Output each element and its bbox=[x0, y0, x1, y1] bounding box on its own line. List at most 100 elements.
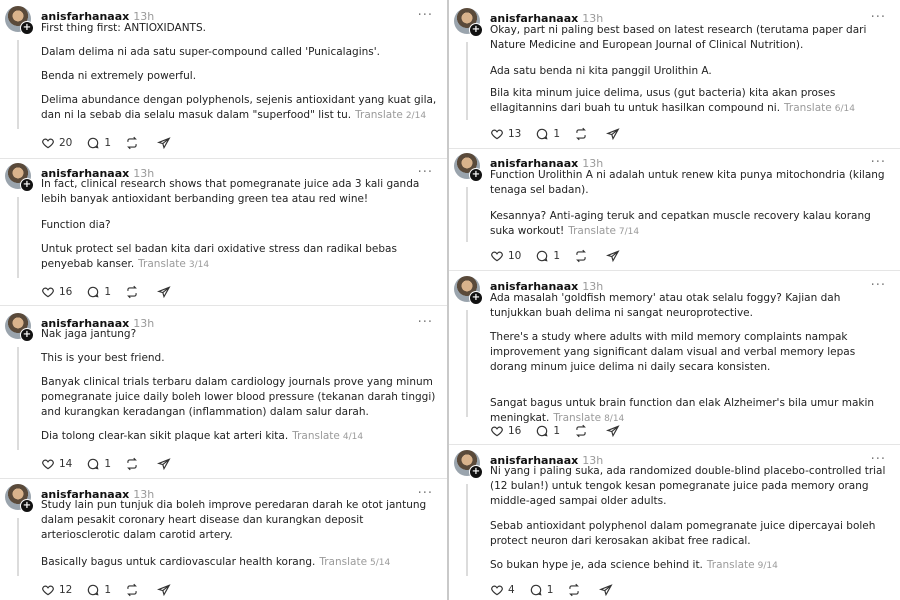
heart-icon bbox=[491, 129, 503, 140]
send-icon bbox=[599, 584, 613, 597]
action-bar: 41 bbox=[490, 582, 631, 598]
translate-link[interactable]: Translate 4/14 bbox=[292, 430, 363, 442]
post-paragraph: Dalam delima ni ada satu super-compound … bbox=[41, 45, 439, 60]
translate-link[interactable]: Translate 9/14 bbox=[707, 559, 778, 571]
avatar[interactable]: + bbox=[5, 6, 34, 35]
reply-button[interactable]: 1 bbox=[535, 127, 560, 141]
share-button[interactable] bbox=[599, 583, 617, 597]
thread-line bbox=[17, 518, 19, 576]
send-icon bbox=[157, 137, 171, 150]
share-button[interactable] bbox=[606, 424, 624, 438]
paragraph-text: Untuk protect sel badan kita dari oxidat… bbox=[41, 243, 397, 270]
like-count: 4 bbox=[508, 584, 515, 596]
avatar[interactable]: + bbox=[454, 276, 483, 305]
translate-link[interactable]: Translate 7/14 bbox=[568, 225, 639, 237]
paragraph-text: Basically bagus untuk cardiovascular hea… bbox=[41, 556, 316, 568]
comment-icon bbox=[88, 584, 99, 596]
paragraph-text: Study lain pun tunjuk dia boleh improve … bbox=[41, 499, 427, 541]
translate-label[interactable]: Translate bbox=[568, 225, 616, 237]
plus-icon[interactable]: + bbox=[469, 465, 483, 479]
like-button[interactable]: 4 bbox=[490, 583, 515, 597]
avatar[interactable]: + bbox=[454, 153, 483, 182]
repost-icon bbox=[127, 136, 137, 150]
avatar[interactable]: + bbox=[5, 313, 34, 342]
repost-button[interactable] bbox=[125, 136, 143, 150]
thread-page-counter: 7/14 bbox=[618, 227, 640, 237]
left-column: + anisfarhanaax 13h ··· First thing first: A… bbox=[0, 0, 449, 600]
plus-icon[interactable]: + bbox=[469, 291, 483, 305]
post-divider bbox=[0, 158, 447, 159]
avatar[interactable]: + bbox=[5, 163, 34, 192]
repost-icon bbox=[569, 583, 580, 597]
heart-icon bbox=[42, 287, 54, 298]
heart-icon bbox=[491, 426, 503, 437]
post-paragraph: Ni yang i paling suka, ada randomized do… bbox=[490, 464, 892, 509]
post-paragraph: Okay, part ni paling best based on lates… bbox=[490, 23, 892, 53]
repost-button[interactable] bbox=[125, 457, 143, 471]
reply-button[interactable]: 1 bbox=[535, 249, 560, 263]
share-button[interactable] bbox=[157, 583, 175, 597]
repost-button[interactable] bbox=[574, 249, 592, 263]
like-button[interactable]: 16 bbox=[490, 424, 521, 438]
reply-button[interactable]: 1 bbox=[86, 285, 111, 299]
translate-label[interactable]: Translate bbox=[355, 109, 403, 121]
repost-button[interactable] bbox=[574, 127, 592, 141]
reply-button[interactable]: 1 bbox=[529, 583, 554, 597]
like-button[interactable]: 20 bbox=[41, 136, 72, 150]
translate-label[interactable]: Translate bbox=[138, 258, 186, 270]
repost-button[interactable] bbox=[125, 285, 143, 299]
share-button[interactable] bbox=[606, 127, 624, 141]
paragraph-text: Sebab antioxidant polyphenol dalam pomeg… bbox=[490, 520, 876, 547]
share-button[interactable] bbox=[606, 249, 624, 263]
avatar[interactable]: + bbox=[454, 450, 483, 479]
translate-link[interactable]: Translate 6/14 bbox=[784, 102, 855, 114]
repost-button[interactable] bbox=[567, 583, 585, 597]
translate-label[interactable]: Translate bbox=[707, 559, 755, 571]
reply-count: 1 bbox=[546, 584, 554, 596]
reply-button[interactable]: 1 bbox=[86, 583, 111, 597]
send-icon bbox=[606, 128, 620, 141]
thread-page-counter: 4/14 bbox=[342, 432, 364, 442]
reply-button[interactable]: 1 bbox=[535, 424, 560, 438]
paragraph-text: So bukan hype je, ada science behind it. bbox=[490, 559, 703, 571]
post-paragraph: Ada satu benda ni kita panggil Urolithin… bbox=[490, 64, 892, 79]
like-count: 13 bbox=[508, 128, 522, 140]
reply-button[interactable]: 1 bbox=[86, 457, 111, 471]
share-button[interactable] bbox=[157, 285, 175, 299]
plus-icon[interactable]: + bbox=[20, 21, 34, 35]
heart-icon bbox=[491, 585, 503, 596]
action-bar: 13 1 bbox=[490, 126, 638, 142]
share-button[interactable] bbox=[157, 457, 175, 471]
like-button[interactable]: 14 bbox=[41, 457, 72, 471]
plus-icon[interactable]: + bbox=[20, 178, 34, 192]
translate-label[interactable]: Translate bbox=[784, 102, 832, 114]
avatar[interactable]: + bbox=[454, 8, 483, 37]
comment-icon bbox=[88, 137, 99, 149]
translate-label[interactable]: Translate bbox=[319, 556, 367, 568]
plus-icon[interactable]: + bbox=[469, 23, 483, 37]
translate-link[interactable]: Translate 2/14 bbox=[355, 109, 426, 121]
like-button[interactable]: 12 bbox=[41, 583, 72, 597]
plus-icon[interactable]: + bbox=[20, 499, 34, 513]
plus-icon[interactable]: + bbox=[469, 168, 483, 182]
share-button[interactable] bbox=[157, 136, 175, 150]
reply-count: 1 bbox=[553, 425, 561, 437]
reply-button[interactable]: 1 bbox=[86, 136, 111, 150]
translate-label[interactable]: Translate bbox=[292, 430, 340, 442]
plus-icon[interactable]: + bbox=[20, 328, 34, 342]
like-button[interactable]: 13 bbox=[490, 127, 521, 141]
avatar[interactable]: + bbox=[5, 484, 34, 513]
repost-button[interactable] bbox=[574, 424, 592, 438]
translate-link[interactable]: Translate 5/14 bbox=[319, 556, 390, 568]
repost-button[interactable] bbox=[125, 583, 143, 597]
comment-icon bbox=[88, 286, 99, 298]
post-paragraph: Nak jaga jantung? bbox=[41, 327, 439, 342]
translate-link[interactable]: Translate 3/14 bbox=[138, 258, 209, 270]
paragraph-text: Function Urolithin A ni adalah untuk ren… bbox=[490, 169, 885, 196]
thread-page-counter: 2/14 bbox=[405, 111, 427, 121]
post-divider bbox=[449, 270, 900, 271]
paragraph-text: Nak jaga jantung? bbox=[41, 328, 137, 340]
like-button[interactable]: 10 bbox=[490, 249, 521, 263]
like-button[interactable]: 16 bbox=[41, 285, 72, 299]
post-paragraph: Dia tolong clear-kan sikit plaque kat ar… bbox=[41, 429, 439, 445]
